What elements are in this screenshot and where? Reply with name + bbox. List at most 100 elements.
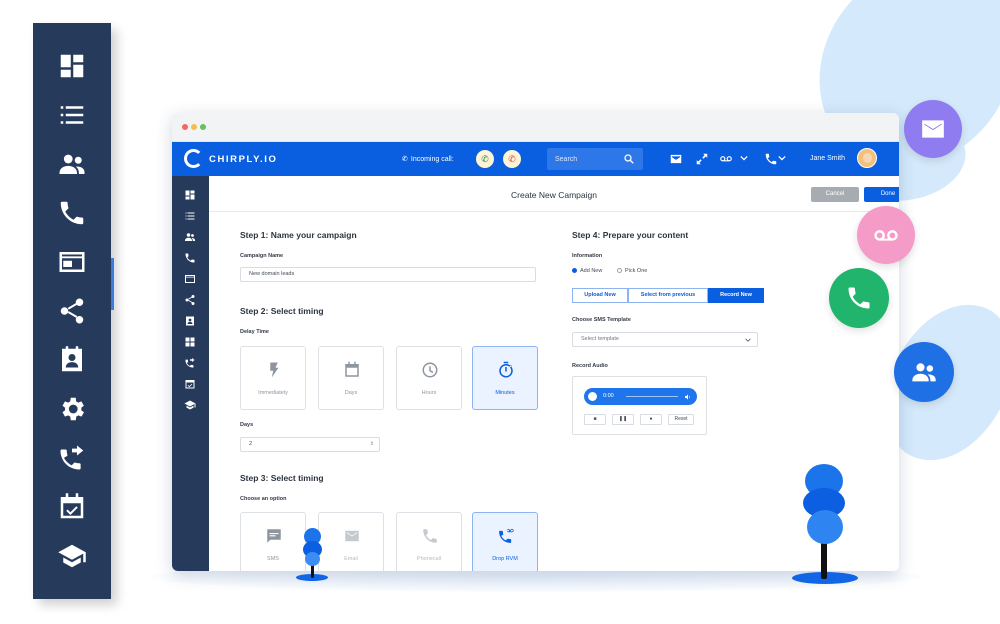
maximize-window-dot[interactable]	[200, 124, 206, 130]
step1-title: Step 1: Name your campaign	[240, 230, 357, 240]
browser-icon[interactable]	[184, 272, 196, 284]
chevron-down-icon[interactable]	[745, 337, 751, 343]
campaign-name-field[interactable]: New domain leads	[240, 267, 536, 282]
settings-icon[interactable]	[57, 394, 87, 424]
dashboard-icon[interactable]	[184, 188, 196, 200]
incoming-call-text: Incoming call:	[410, 156, 454, 163]
main-sidebar	[33, 23, 114, 599]
cancel-button[interactable]: Cancel	[811, 187, 859, 202]
mail-icon[interactable]	[669, 152, 683, 166]
calendar-check-icon[interactable]	[57, 492, 87, 522]
channel-option-label: Phonecall	[416, 556, 442, 562]
phone-icon[interactable]	[184, 251, 196, 263]
calendar-check-icon[interactable]	[184, 377, 196, 389]
search-icon[interactable]	[623, 153, 635, 165]
campaign-form: Step 1: Name your campaign Campaign Name…	[209, 212, 899, 571]
close-window-dot[interactable]	[182, 124, 188, 130]
timing-option-days[interactable]: Days	[318, 346, 384, 410]
dashboard-icon[interactable]	[57, 51, 87, 81]
reset-button[interactable]: Reset	[668, 414, 694, 425]
floating-mail-button[interactable]	[904, 100, 962, 158]
choose-option-label: Choose an option	[240, 496, 287, 502]
step3-title: Step 3: Select timing	[240, 473, 324, 483]
stop-button[interactable]: ■	[584, 414, 606, 425]
segment-upload-new[interactable]: Upload New	[572, 288, 628, 303]
school-icon[interactable]	[184, 398, 196, 410]
mail-icon	[922, 120, 944, 138]
list-icon[interactable]	[57, 100, 87, 130]
calendar-icon	[343, 361, 361, 379]
clock-icon	[421, 361, 439, 379]
school-icon[interactable]	[57, 541, 87, 571]
stopwatch-icon	[497, 361, 515, 379]
call-forward-icon[interactable]	[184, 356, 196, 368]
radio-pick-one[interactable]: Pick One	[617, 268, 647, 274]
decline-call-button[interactable]: ✆	[503, 150, 521, 168]
pause-button[interactable]: ❚❚	[612, 414, 634, 425]
call-forward-icon[interactable]	[57, 443, 87, 473]
days-stepper[interactable]: 2 ⇕	[240, 437, 380, 452]
channel-option-phonecall[interactable]: Phonecall	[396, 512, 462, 571]
channel-option-email[interactable]: Email	[318, 512, 384, 571]
logo-text[interactable]: CHIRPLY.IO	[209, 154, 277, 165]
phone-icon[interactable]	[57, 198, 87, 228]
player-time: 0:00	[603, 393, 614, 399]
search-input[interactable]	[555, 153, 619, 165]
user-name[interactable]: Jane Smith	[810, 155, 845, 162]
step4-title: Step 4: Prepare your content	[572, 230, 689, 240]
voicemail-icon[interactable]	[719, 152, 733, 166]
channel-option-drop-rvm[interactable]: Drop RVM	[472, 512, 538, 571]
page-header: Create New Campaign Cancel Done	[209, 176, 899, 212]
grid-icon[interactable]	[184, 335, 196, 347]
search-box	[547, 148, 643, 170]
phone-icon	[421, 527, 439, 545]
share-icon[interactable]	[184, 293, 196, 305]
avatar[interactable]	[857, 148, 877, 168]
done-button[interactable]: Done	[864, 187, 899, 202]
contacts-icon[interactable]	[184, 230, 196, 242]
volume-icon[interactable]	[684, 393, 692, 401]
timing-option-immediately[interactable]: Immediately	[240, 346, 306, 410]
expand-icon[interactable]	[695, 152, 709, 166]
segment-record-new[interactable]: Record New	[708, 288, 764, 303]
channel-option-label: Email	[344, 556, 358, 562]
chevron-down-icon[interactable]	[778, 154, 786, 162]
timing-option-hours[interactable]: Hours	[396, 346, 462, 410]
segment-select-from-previous[interactable]: Select from previous	[628, 288, 708, 303]
radio-button[interactable]	[617, 268, 622, 273]
contact-card-icon[interactable]	[184, 314, 196, 326]
lightning-icon	[265, 361, 283, 379]
contact-card-icon[interactable]	[57, 345, 87, 375]
delay-time-label: Delay Time	[240, 329, 269, 335]
stepper-arrows-icon[interactable]: ⇕	[370, 438, 374, 451]
phone-voicemail-icon	[497, 527, 515, 545]
minimize-window-dot[interactable]	[191, 124, 197, 130]
list-icon[interactable]	[184, 209, 196, 221]
floating-contacts-button[interactable]	[894, 342, 954, 402]
timing-option-minutes[interactable]: Minutes	[472, 346, 538, 410]
audio-recorder: 0:00 ■ ❚❚ ● Reset	[572, 376, 707, 435]
phone-menu-icon[interactable]	[764, 152, 778, 166]
incoming-phone-icon: ✆	[402, 156, 408, 163]
radio-button-selected[interactable]	[572, 268, 577, 273]
radio-add-new[interactable]: Add New	[572, 268, 602, 274]
sms-template-label: Choose SMS Template	[572, 317, 631, 323]
days-value: 2	[249, 441, 253, 447]
browser-icon[interactable]	[57, 247, 87, 277]
chevron-down-icon[interactable]	[740, 154, 748, 162]
radio-pick-one-label: Pick One	[625, 268, 648, 274]
contacts-icon[interactable]	[57, 149, 87, 179]
phone-icon	[848, 287, 870, 309]
record-button[interactable]: ●	[640, 414, 662, 425]
channel-option-sms[interactable]: SMS	[240, 512, 306, 571]
timing-option-label: Hours	[421, 390, 437, 396]
sms-template-select[interactable]: Select template	[572, 332, 758, 347]
days-label: Days	[240, 422, 254, 428]
audio-player: 0:00	[584, 388, 697, 405]
answer-call-button[interactable]: ✆	[476, 150, 494, 168]
floating-call-button[interactable]	[829, 268, 889, 328]
floating-voicemail-button[interactable]	[857, 206, 915, 264]
audio-progress-track[interactable]	[626, 396, 678, 397]
share-icon[interactable]	[57, 296, 87, 326]
play-icon[interactable]	[588, 392, 597, 401]
